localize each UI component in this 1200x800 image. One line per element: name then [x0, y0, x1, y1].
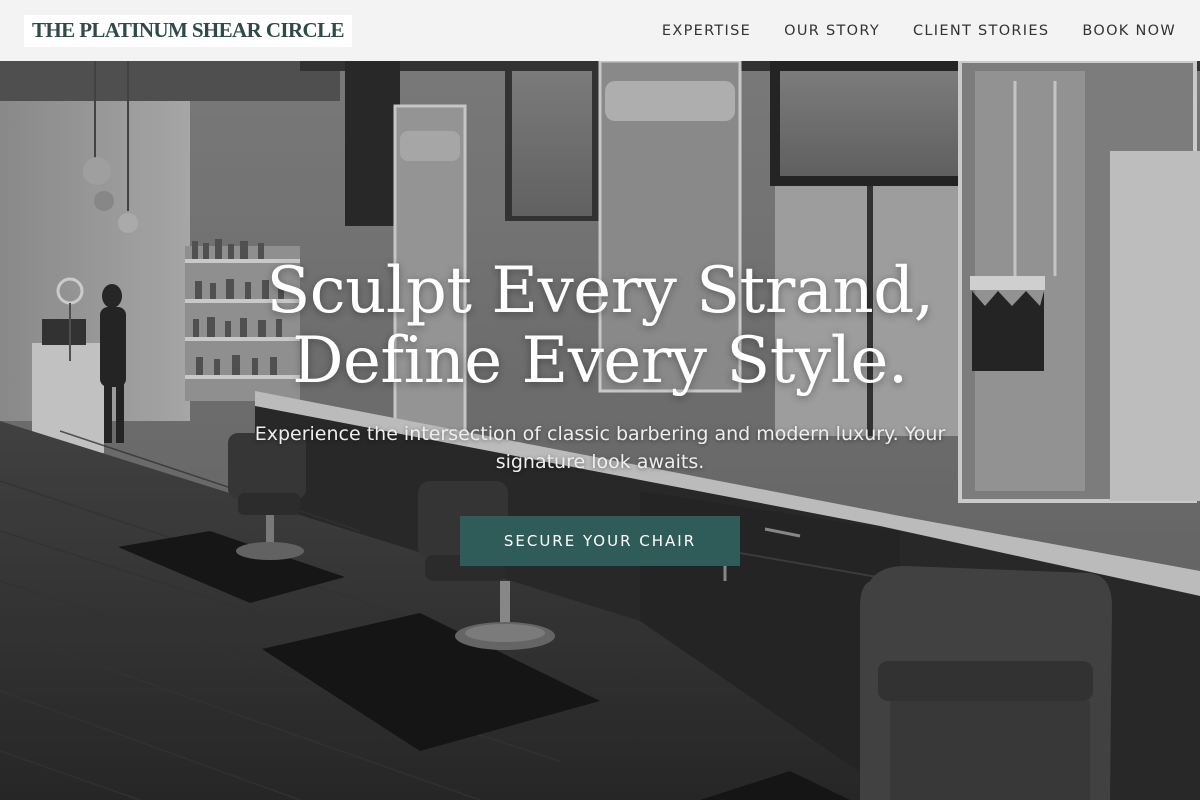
nav-link-client-stories[interactable]: CLIENT STORIES	[913, 23, 1049, 39]
site-header: THE PLATINUM SHEAR CIRCLE EXPERTISE OUR …	[0, 0, 1200, 61]
main-nav: EXPERTISE OUR STORY CLIENT STORIES BOOK …	[662, 23, 1176, 39]
hero-title-line-1: Sculpt Every Strand,	[266, 254, 934, 328]
secure-chair-button[interactable]: SECURE YOUR CHAIR	[460, 516, 740, 566]
brand-logo[interactable]: THE PLATINUM SHEAR CIRCLE	[24, 14, 352, 47]
nav-link-book-now[interactable]: BOOK NOW	[1082, 23, 1176, 39]
hero-title: Sculpt Every Strand, Define Every Style.	[266, 254, 934, 398]
hero-section: Sculpt Every Strand, Define Every Style.…	[0, 61, 1200, 800]
nav-link-our-story[interactable]: OUR STORY	[784, 23, 880, 39]
hero-subtitle: Experience the intersection of classic b…	[254, 423, 946, 473]
hero-title-line-2: Define Every Style.	[292, 324, 908, 398]
nav-link-expertise[interactable]: EXPERTISE	[662, 23, 751, 39]
hero-content: Sculpt Every Strand, Define Every Style.…	[0, 256, 1200, 566]
